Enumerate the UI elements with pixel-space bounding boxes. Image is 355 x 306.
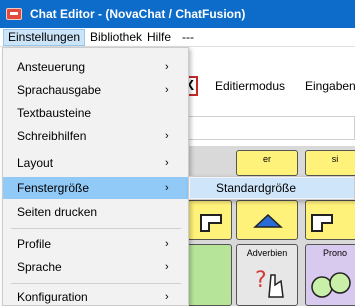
- fenstergroesse-submenu: Standardgröße: [188, 176, 355, 200]
- menu-item-schreibhilfen[interactable]: Schreibhilfen ›: [3, 125, 188, 147]
- chevron-right-icon: ›: [165, 157, 169, 169]
- chevron-right-icon: ›: [165, 84, 169, 96]
- menu-item-sprachausgabe[interactable]: Sprachausgabe ›: [3, 79, 188, 101]
- menu-item-label: Textbausteine: [17, 106, 92, 120]
- cell-picture[interactable]: [305, 200, 355, 240]
- svg-text:?: ?: [255, 268, 267, 293]
- chevron-right-icon: ›: [165, 182, 169, 194]
- symbol-grid: er si Adverbien ? Prono: [180, 146, 355, 306]
- menu-item-label: Ansteuerung: [17, 60, 86, 74]
- menu-more[interactable]: ---: [178, 29, 198, 46]
- cell-prono[interactable]: Prono: [305, 244, 355, 306]
- cell-er[interactable]: er: [236, 150, 298, 176]
- hand-icon: [311, 214, 333, 232]
- person-icon: [253, 213, 283, 228]
- menu-hilfe[interactable]: Hilfe: [143, 29, 175, 46]
- menu-item-label: Layout: [17, 156, 54, 170]
- cell-label: si: [331, 154, 339, 164]
- chevron-right-icon: ›: [165, 238, 169, 250]
- menu-item-layout[interactable]: Layout ›: [3, 152, 188, 174]
- cell-label: er: [262, 154, 271, 164]
- app-icon[interactable]: [6, 8, 22, 20]
- menu-item-label: Sprachausgabe: [17, 83, 102, 97]
- menu-bibliothek[interactable]: Bibliothek: [86, 29, 146, 46]
- menu-item-textbausteine[interactable]: Textbausteine: [3, 102, 188, 124]
- menu-item-fenstergroesse[interactable]: Fenstergröße ›: [3, 177, 188, 199]
- cell-si[interactable]: si: [305, 150, 355, 176]
- edit-mode-button[interactable]: Editiermodus: [215, 79, 285, 93]
- menu-item-label: Seiten drucken: [17, 205, 98, 219]
- menu-item-label: Sprache: [17, 260, 62, 274]
- menu-item-profile[interactable]: Profile ›: [3, 233, 188, 255]
- cell-label: Prono: [322, 248, 348, 258]
- menu-item-label: Schreibhilfen: [17, 129, 87, 143]
- input-button[interactable]: Eingaben: [305, 79, 355, 93]
- chevron-right-icon: ›: [165, 261, 169, 273]
- menu-item-konfiguration[interactable]: Konfiguration ›: [3, 286, 188, 306]
- cell-picture[interactable]: [236, 200, 298, 240]
- submenu-item-standardgroesse[interactable]: Standardgröße: [190, 178, 354, 198]
- menu-einstellungen[interactable]: Einstellungen: [3, 29, 86, 46]
- einstellungen-dropdown: Ansteuerung › Sprachausgabe › Textbauste…: [2, 47, 189, 306]
- menu-item-label: Fenstergröße: [17, 181, 90, 195]
- window-title: Chat Editor - (NovaChat / ChatFusion): [30, 7, 246, 21]
- chevron-right-icon: ›: [165, 291, 169, 303]
- menu-item-ansteuerung[interactable]: Ansteuerung ›: [3, 56, 188, 78]
- title-bar: Chat Editor - (NovaChat / ChatFusion): [0, 0, 355, 28]
- menu-item-label: Profile: [17, 237, 52, 251]
- cell-label: Adverbien: [246, 248, 288, 258]
- menu-separator: [11, 283, 181, 284]
- text-input[interactable]: [186, 116, 355, 140]
- menu-bar: Einstellungen Bibliothek Hilfe ---: [0, 28, 355, 47]
- menu-item-sprache[interactable]: Sprache ›: [3, 256, 188, 278]
- cell-adverbien[interactable]: Adverbien ?: [236, 244, 298, 306]
- chevron-right-icon: ›: [165, 130, 169, 142]
- menu-item-seiten-drucken[interactable]: Seiten drucken: [3, 201, 188, 223]
- menu-separator: [11, 228, 181, 229]
- menu-item-label: Konfiguration: [17, 290, 88, 304]
- chevron-right-icon: ›: [165, 61, 169, 73]
